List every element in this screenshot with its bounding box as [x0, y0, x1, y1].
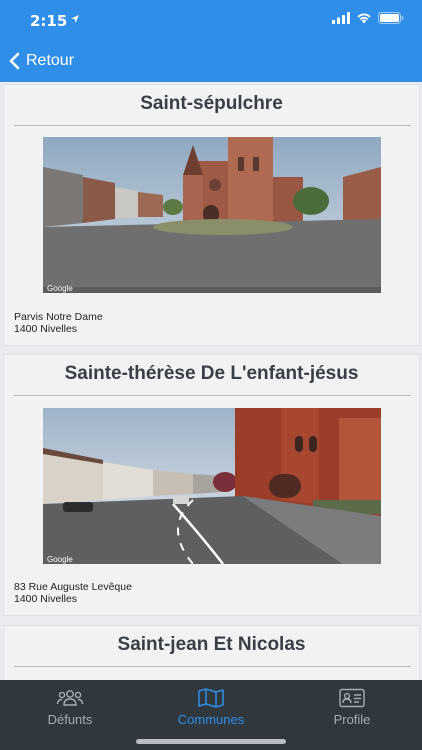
back-button[interactable]: Retour [8, 48, 74, 74]
card-title: Saint-jean Et Nicolas [117, 634, 306, 655]
church-photo[interactable]: Google [43, 137, 381, 293]
map-icon [198, 688, 224, 708]
address-line2: 1400 Nivelles [14, 593, 78, 605]
location-arrow-icon [71, 15, 79, 23]
status-icons [332, 12, 404, 24]
street-view-image: Google [43, 408, 381, 564]
status-time: 2:15 [30, 12, 68, 30]
card-title: Saint-sépulchre [140, 93, 283, 114]
card-title: Sainte-thérèse De L'enfant-jésus [64, 363, 359, 384]
church-card[interactable]: Saint-jean Et Nicolas [3, 625, 420, 680]
tab-label: Profile [333, 712, 371, 727]
id-card-icon [339, 688, 365, 708]
signal-icon [332, 12, 350, 24]
church-card[interactable]: Sainte-thérèse De L'enfant-jésus Google … [3, 354, 420, 616]
church-list[interactable]: Saint-sépulchre Google Parvis Notre Dame… [0, 82, 422, 680]
status-bar: 2:15 [0, 0, 422, 40]
street-view-image: Google [43, 137, 381, 293]
battery-icon [378, 12, 404, 24]
church-card[interactable]: Saint-sépulchre Google Parvis Notre Dame… [3, 84, 420, 346]
address-line1: 83 Rue Auguste Levêque [14, 581, 132, 593]
divider [14, 666, 411, 667]
tab-profile[interactable]: Profile [282, 686, 422, 727]
tab-defunts[interactable]: Défunts [0, 686, 140, 727]
back-label: Retour [26, 52, 75, 69]
chevron-left-icon [9, 52, 20, 70]
card-address: 83 Rue Auguste Levêque 1400 Nivelles [14, 581, 132, 605]
photo-watermark: Google [47, 555, 73, 564]
photo-watermark: Google [47, 284, 73, 293]
tab-communes[interactable]: Communes [141, 686, 281, 727]
tab-label: Communes [177, 712, 245, 727]
divider [14, 395, 411, 396]
tab-label: Défunts [47, 712, 93, 727]
address-line1: Parvis Notre Dame [14, 311, 103, 323]
church-photo[interactable]: Google [43, 408, 381, 564]
navigation-bar: Retour [0, 40, 422, 82]
address-line2: 1400 Nivelles [14, 323, 78, 335]
card-address: Parvis Notre Dame 1400 Nivelles [14, 311, 103, 335]
wifi-icon [357, 13, 371, 24]
home-indicator[interactable] [136, 739, 286, 744]
users-icon [56, 690, 84, 706]
divider [14, 125, 411, 126]
